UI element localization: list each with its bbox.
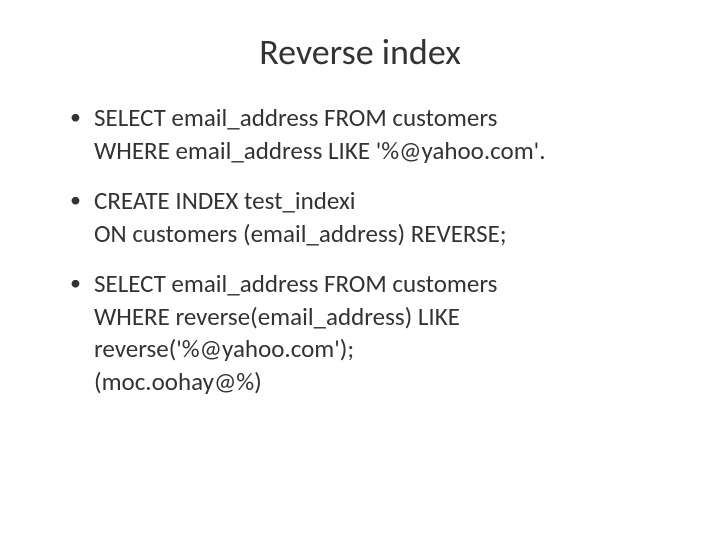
list-item-text: SELECT email_address FROM customers bbox=[94, 268, 660, 301]
list-item: SELECT email_address FROM customers WHER… bbox=[70, 102, 660, 167]
list-item: CREATE INDEX test_indexi ON customers (e… bbox=[70, 185, 660, 250]
list-item-text: ON customers (email_address) REVERSE; bbox=[94, 218, 660, 251]
list-item-text: reverse('%@yahoo.com'); bbox=[94, 333, 660, 366]
list-item-text: WHERE email_address LIKE '%@yahoo.com'. bbox=[94, 135, 660, 168]
list-item-text: CREATE INDEX test_indexi bbox=[94, 185, 660, 218]
bullet-list: SELECT email_address FROM customers WHER… bbox=[60, 102, 660, 398]
list-item-text: (moc.oohay@%) bbox=[94, 366, 660, 399]
list-item: SELECT email_address FROM customers WHER… bbox=[70, 268, 660, 398]
list-item-text: WHERE reverse(email_address) LIKE bbox=[94, 301, 660, 334]
list-item-text: SELECT email_address FROM customers bbox=[94, 102, 660, 135]
slide-title: Reverse index bbox=[60, 30, 660, 74]
